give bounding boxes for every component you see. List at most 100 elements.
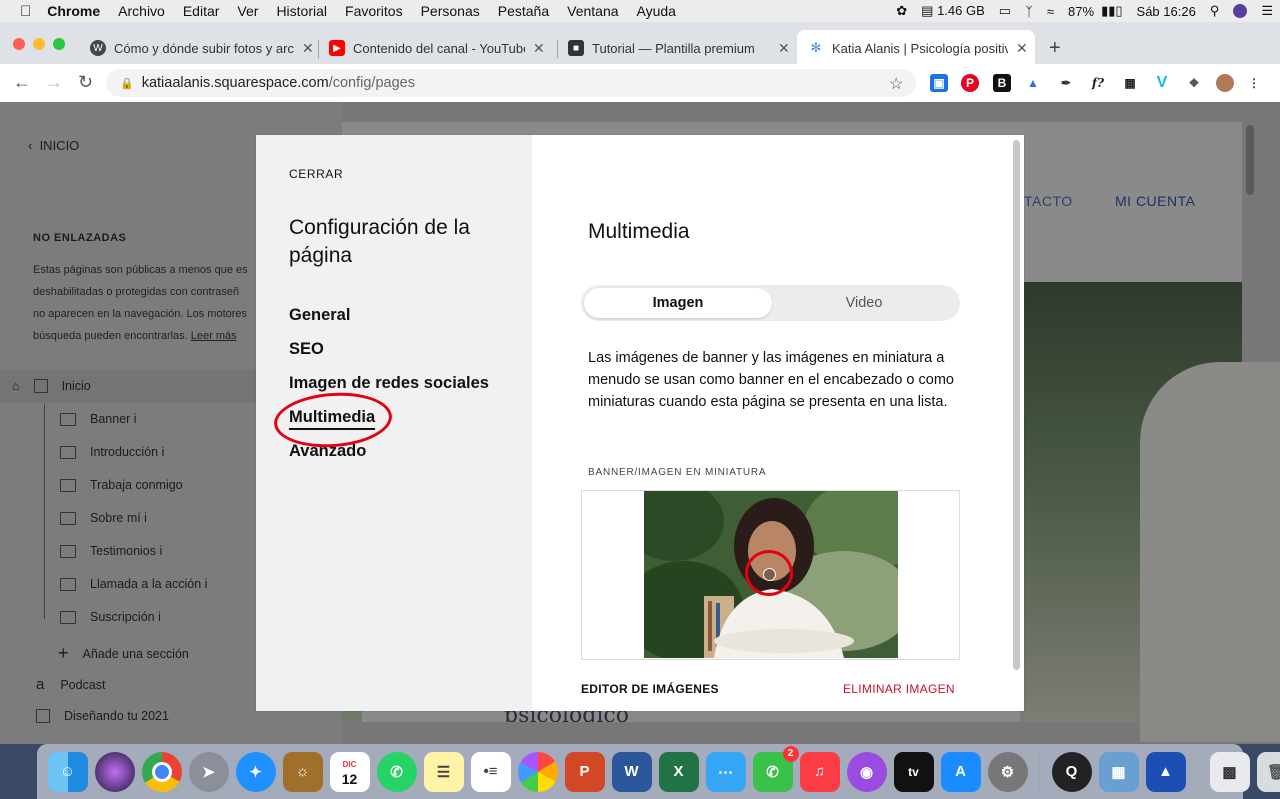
profile-avatar[interactable]: [1216, 74, 1234, 92]
chrome-menu-icon[interactable]: ⋮: [1245, 74, 1263, 92]
facetime-icon[interactable]: ✆ 2: [752, 745, 799, 792]
finder-icon[interactable]: ☺: [47, 751, 88, 792]
page-item-home[interactable]: ⌂ Inicio: [12, 379, 91, 393]
menu-pestana[interactable]: Pestaña: [489, 3, 558, 19]
excel-icon[interactable]: X: [658, 751, 699, 792]
notes-icon[interactable]: ☰: [423, 751, 464, 792]
tab-katia-alanis[interactable]: ✻ Katia Alanis | Psicología positiva ✕: [808, 32, 1028, 64]
siri-icon[interactable]: [94, 751, 135, 792]
menu-editar[interactable]: Editar: [174, 3, 229, 19]
reminders-icon[interactable]: •≡: [470, 751, 511, 792]
fonts-extension-icon[interactable]: f?: [1089, 74, 1107, 92]
close-button[interactable]: CERRAR: [289, 167, 343, 181]
menu-archivo[interactable]: Archivo: [109, 3, 174, 19]
page-item-podcast[interactable]: a Podcast: [36, 676, 106, 693]
section-item[interactable]: Banner i: [60, 412, 137, 426]
wifi-icon[interactable]: ≈: [1040, 4, 1061, 19]
safari-icon[interactable]: ✦: [235, 751, 276, 792]
section-item[interactable]: Trabaja conmigo: [60, 478, 183, 492]
notes-book-icon[interactable]: ☼: [282, 751, 323, 792]
user-avatar-icon[interactable]: [1233, 4, 1248, 18]
minimize-window-button[interactable]: [33, 38, 45, 50]
tab-close-icon[interactable]: ✕: [1016, 40, 1028, 57]
page-scrollbar[interactable]: [1246, 125, 1254, 195]
tab-image[interactable]: Imagen: [584, 288, 772, 318]
powerpoint-icon[interactable]: P: [564, 751, 605, 792]
add-section-button[interactable]: + Añade una sección: [58, 643, 189, 664]
clock[interactable]: Sáb 16:26: [1130, 4, 1203, 19]
nav-general[interactable]: General: [289, 306, 350, 325]
battery-percent[interactable]: 87%: [1061, 4, 1101, 19]
tab-wordpress[interactable]: W Cómo y dónde subir fotos y arc ✕: [90, 32, 314, 64]
section-item[interactable]: Suscripción i: [60, 610, 161, 624]
launchpad-icon[interactable]: ➤: [188, 751, 229, 792]
vimeo-extension-icon[interactable]: V: [1153, 74, 1171, 92]
airplay-icon[interactable]: ▭: [992, 3, 1018, 19]
memory-status[interactable]: ▤ 1.46 GB: [914, 3, 992, 19]
chrome-icon[interactable]: [141, 751, 182, 792]
blue-extension-icon[interactable]: ▲: [1024, 74, 1042, 92]
tab-close-icon[interactable]: ✕: [533, 40, 545, 57]
section-item[interactable]: Sobre mí i: [60, 511, 147, 525]
apple-menu-icon[interactable]: : [0, 3, 43, 20]
photos-icon[interactable]: [517, 751, 558, 792]
menu-ventana[interactable]: Ventana: [558, 3, 627, 19]
affinity-icon[interactable]: ▲: [1145, 751, 1186, 792]
pinterest-extension-icon[interactable]: P: [961, 74, 979, 92]
page-item-disenando[interactable]: Diseñando tu 2021: [36, 709, 169, 723]
zoom-window-button[interactable]: [53, 38, 65, 50]
section-item[interactable]: Testimonios i: [60, 544, 162, 558]
delete-image-button[interactable]: ELIMINAR IMAGEN: [843, 682, 955, 696]
back-arrow-icon[interactable]: ←: [13, 72, 31, 93]
messages-icon[interactable]: ⋯: [705, 751, 746, 792]
podcasts-icon[interactable]: ◉: [846, 751, 887, 792]
section-item[interactable]: Introducción i: [60, 445, 164, 459]
grid-extension-icon[interactable]: ▦: [1121, 74, 1139, 92]
quicktime-icon[interactable]: Q: [1051, 751, 1092, 792]
tab-video[interactable]: Video: [771, 288, 957, 318]
tab-youtube[interactable]: ▶ Contenido del canal - YouTube ✕: [329, 32, 545, 64]
system-preferences-icon[interactable]: ⚙: [987, 751, 1028, 792]
screenshot-icon[interactable]: ▩: [1209, 751, 1250, 792]
word-icon[interactable]: W: [611, 751, 652, 792]
menu-favoritos[interactable]: Favoritos: [336, 3, 412, 19]
image-editor-button[interactable]: EDITOR DE IMÁGENES: [581, 682, 719, 696]
nav-social-image[interactable]: Imagen de redes sociales: [289, 374, 489, 393]
address-bar[interactable]: 🔒 katiaalanis.squarespace.com/config/pag…: [106, 69, 916, 97]
focal-point-handle[interactable]: [763, 568, 776, 581]
appletv-icon[interactable]: tv: [893, 751, 934, 792]
section-item[interactable]: Llamada a la acción i: [60, 577, 207, 591]
spotlight-search-icon[interactable]: ⚲: [1203, 3, 1227, 19]
battery-icon[interactable]: ▮▮▯: [1101, 3, 1129, 19]
appstore-icon[interactable]: A: [940, 751, 981, 792]
extensions-puzzle-icon[interactable]: ❖: [1185, 74, 1203, 92]
screencast-extension-icon[interactable]: ▣: [930, 74, 948, 92]
menu-ayuda[interactable]: Ayuda: [628, 3, 685, 19]
gear-status-icon[interactable]: ✿: [889, 3, 914, 19]
bold-extension-icon[interactable]: B: [993, 74, 1011, 92]
reload-icon[interactable]: ↻: [78, 72, 93, 93]
trash-icon[interactable]: 🗑: [1256, 751, 1280, 792]
close-window-button[interactable]: [13, 38, 25, 50]
bluetooth-icon[interactable]: ᛉ: [1018, 4, 1040, 19]
calendar-icon[interactable]: DIC 12: [329, 751, 370, 792]
new-tab-button[interactable]: +: [1049, 32, 1061, 64]
tab-tutorial[interactable]: ■ Tutorial — Plantilla premium ✕: [568, 32, 790, 64]
menu-ver[interactable]: Ver: [228, 3, 267, 19]
read-more-link[interactable]: Leer más: [191, 330, 237, 342]
whatsapp-icon[interactable]: ✆: [376, 751, 417, 792]
bookmark-star-icon[interactable]: ☆: [889, 74, 903, 94]
back-to-home-link[interactable]: ‹ INICIO: [28, 138, 79, 153]
menu-app-name[interactable]: Chrome: [43, 3, 109, 19]
menu-historial[interactable]: Historial: [267, 3, 336, 19]
menu-personas[interactable]: Personas: [412, 3, 489, 19]
music-icon[interactable]: ♫: [799, 751, 840, 792]
control-center-icon[interactable]: ☰: [1254, 3, 1280, 19]
preview-icon[interactable]: ▦: [1098, 751, 1139, 792]
tab-close-icon[interactable]: ✕: [302, 40, 314, 57]
modal-scrollbar[interactable]: [1013, 140, 1020, 670]
forward-arrow-icon[interactable]: →: [45, 72, 63, 93]
eyedropper-extension-icon[interactable]: ✒: [1057, 74, 1075, 92]
tab-close-icon[interactable]: ✕: [778, 40, 790, 57]
nav-seo[interactable]: SEO: [289, 340, 324, 359]
